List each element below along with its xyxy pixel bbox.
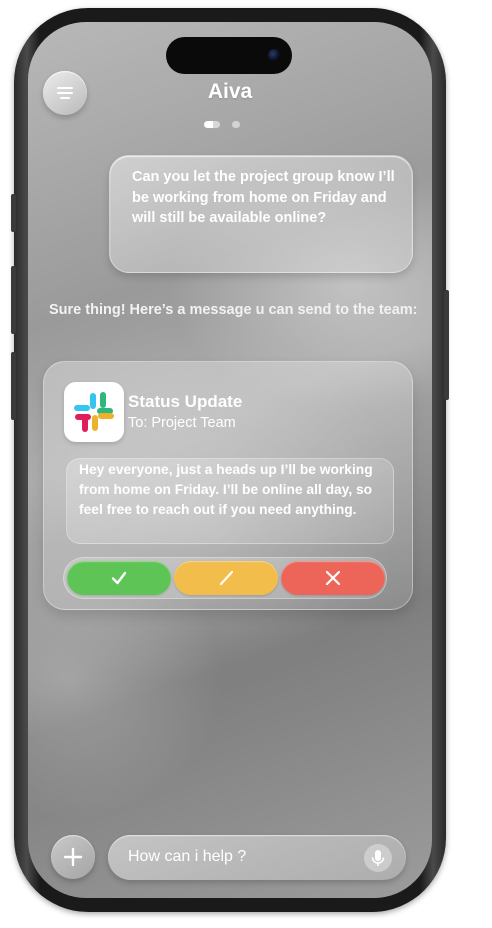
- status-update-card: Status Update To: Project Team Hey every…: [43, 361, 413, 610]
- assistant-message-text: Sure thing! Here’s a message u can send …: [49, 302, 418, 318]
- close-icon: [325, 570, 341, 586]
- add-attachment-button[interactable]: [51, 835, 95, 879]
- slack-icon: [64, 382, 124, 442]
- action-bar: [63, 557, 387, 599]
- microphone-icon: [371, 850, 385, 866]
- draft-message-text: Hey everyone, just a heads up I’ll be wo…: [79, 462, 373, 517]
- reject-button[interactable]: [281, 561, 385, 595]
- camera-icon: [268, 49, 280, 61]
- action-button: [11, 194, 16, 232]
- app-title: Aiva: [207, 80, 253, 103]
- plus-icon: [63, 847, 83, 867]
- volume-down-button: [11, 352, 16, 420]
- draft-message-box[interactable]: Hey everyone, just a heads up I’ll be wo…: [66, 458, 394, 544]
- page-dot-active[interactable]: [204, 121, 220, 128]
- card-title: Status Update: [128, 392, 243, 411]
- check-icon: [111, 571, 127, 585]
- page-dot[interactable]: [232, 121, 240, 128]
- user-message-text: Can you let the project group know I’ll …: [132, 169, 395, 226]
- user-message-bubble: Can you let the project group know I’ll …: [109, 155, 413, 273]
- microphone-button[interactable]: [364, 844, 392, 872]
- pencil-icon: [219, 570, 234, 586]
- message-composer: [108, 835, 406, 880]
- edit-button[interactable]: [174, 561, 278, 595]
- volume-up-button: [11, 266, 16, 334]
- dynamic-island: [166, 37, 292, 74]
- message-input[interactable]: [128, 848, 348, 866]
- card-recipient: To: Project Team: [128, 415, 236, 431]
- power-button: [444, 290, 449, 400]
- app-screen: Aiva Can you let the project group know …: [28, 22, 432, 898]
- approve-button[interactable]: [67, 561, 171, 595]
